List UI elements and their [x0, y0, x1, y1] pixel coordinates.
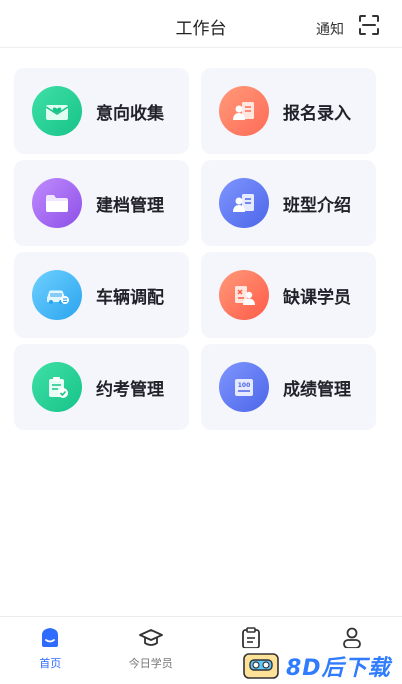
tab-label: 今日学员 [128, 657, 173, 670]
score-board-icon: 100 [219, 362, 269, 412]
car-icon [32, 270, 82, 320]
mail-heart-icon [32, 86, 82, 136]
card-label: 班型介绍 [283, 195, 351, 216]
card-file-management[interactable]: 建档管理 [14, 160, 189, 246]
card-registration-entry[interactable]: 报名录入 [201, 68, 376, 154]
top-header: 工作台 通知 [0, 0, 402, 48]
tab-home[interactable]: 首页 [0, 617, 101, 684]
card-label: 缺课学员 [283, 287, 351, 308]
user-form-icon [219, 86, 269, 136]
card-label: 约考管理 [96, 379, 164, 400]
clipboard-check-icon [32, 362, 82, 412]
scan-icon[interactable] [358, 14, 380, 36]
card-score-management[interactable]: 100 成绩管理 [201, 344, 376, 430]
card-exam-booking[interactable]: 约考管理 [14, 344, 189, 430]
svg-text:100: 100 [238, 382, 251, 389]
card-label: 报名录入 [283, 103, 351, 124]
folder-icon [32, 178, 82, 228]
function-grid: 意向收集 报名录入 建档管理 班型介绍 车辆调配 缺课学员 约考管理 100 成… [14, 68, 376, 430]
user-card-icon [219, 178, 269, 228]
card-absent-students[interactable]: 缺课学员 [201, 252, 376, 338]
card-label: 建档管理 [96, 195, 164, 216]
card-intent-collection[interactable]: 意向收集 [14, 68, 189, 154]
card-vehicle-dispatch[interactable]: 车辆调配 [14, 252, 189, 338]
cassette-logo-icon [243, 653, 279, 679]
absent-student-icon [219, 270, 269, 320]
card-class-intro[interactable]: 班型介绍 [201, 160, 376, 246]
card-label: 车辆调配 [96, 287, 164, 308]
graduation-cap-icon [138, 629, 163, 646]
notice-button[interactable]: 通知 [316, 19, 344, 39]
watermark-text: 8D后下载 [286, 656, 391, 681]
watermark: 8D后下载 [242, 648, 400, 684]
card-label: 成绩管理 [283, 379, 351, 400]
card-label: 意向收集 [96, 103, 164, 124]
home-icon [42, 628, 59, 647]
tab-today-students[interactable]: 今日学员 [101, 617, 202, 684]
tab-label: 首页 [39, 657, 62, 670]
